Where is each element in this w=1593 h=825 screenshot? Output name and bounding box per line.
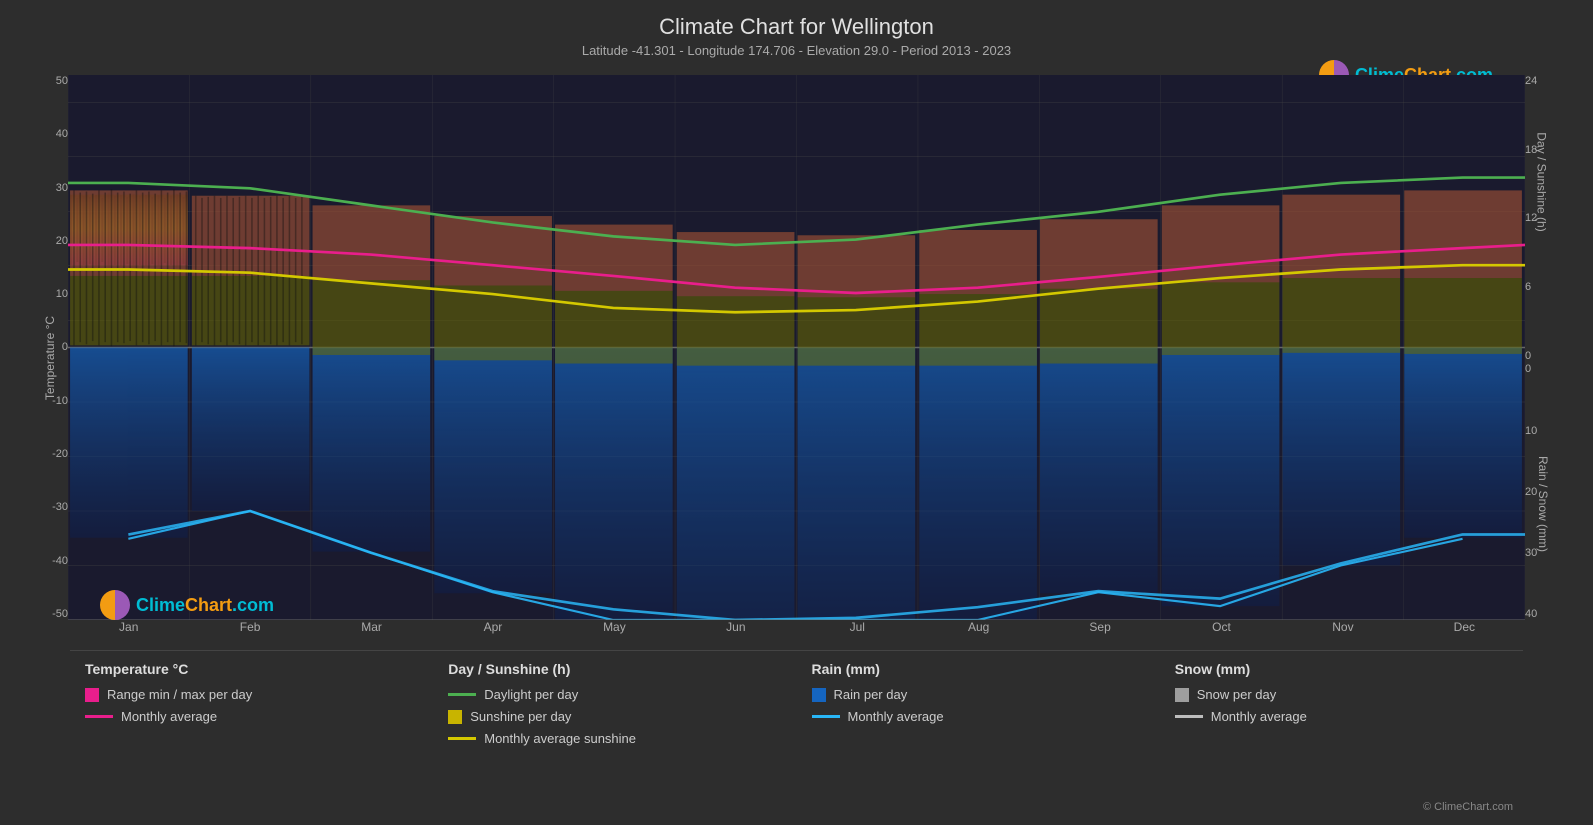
x-axis-labels: Jan Feb Mar Apr May Jun Jul Aug Sep Oct … — [68, 620, 1525, 650]
rain-avg-line-swatch — [812, 715, 840, 718]
copyright: © ClimeChart.com — [1423, 801, 1513, 813]
legend: Temperature °C Range min / max per day M… — [70, 650, 1523, 825]
legend-col-rain: Rain (mm) Rain per day Monthly average — [797, 661, 1160, 825]
legend-col1-title: Temperature °C — [85, 661, 418, 677]
legend-label-snow-bar: Snow per day — [1197, 687, 1277, 702]
legend-col-sunshine: Day / Sunshine (h) Daylight per day Suns… — [433, 661, 796, 825]
legend-item-daylight: Daylight per day — [448, 687, 781, 702]
legend-label-temp-avg: Monthly average — [121, 709, 217, 724]
logo-text-bottom: ClimeChart.com — [136, 595, 274, 616]
legend-item-snow-avg: Monthly average — [1175, 709, 1508, 724]
chart-svg — [68, 75, 1525, 620]
sunshine-avg-line-swatch — [448, 737, 476, 740]
legend-item-temp-range: Range min / max per day — [85, 687, 418, 702]
snow-bar-swatch — [1175, 688, 1189, 702]
legend-label-sunshine-avg: Monthly average sunshine — [484, 731, 636, 746]
legend-label-temp-range: Range min / max per day — [107, 687, 252, 702]
legend-col4-title: Snow (mm) — [1175, 661, 1508, 677]
legend-col-temperature: Temperature °C Range min / max per day M… — [70, 661, 433, 825]
logo-bottom: ClimeChart.com — [100, 590, 274, 620]
main-title: Climate Chart for Wellington — [0, 14, 1593, 40]
legend-label-sunshine-bar: Sunshine per day — [470, 709, 571, 724]
legend-col3-title: Rain (mm) — [812, 661, 1145, 677]
page-wrapper: Climate Chart for Wellington Latitude -4… — [0, 0, 1593, 825]
legend-item-sunshine-avg: Monthly average sunshine — [448, 731, 781, 746]
legend-label-rain-bar: Rain per day — [834, 687, 908, 702]
legend-col2-title: Day / Sunshine (h) — [448, 661, 781, 677]
legend-label-daylight: Daylight per day — [484, 687, 578, 702]
logo-icon-bottom — [100, 590, 130, 620]
legend-item-snow-bar: Snow per day — [1175, 687, 1508, 702]
legend-item-sunshine-bar: Sunshine per day — [448, 709, 781, 724]
legend-label-snow-avg: Monthly average — [1211, 709, 1307, 724]
legend-label-rain-avg: Monthly average — [848, 709, 944, 724]
temp-range-swatch — [85, 688, 99, 702]
daylight-line-swatch — [448, 693, 476, 696]
y-axis-left: 50 40 30 20 10 0 -10 -20 -30 -40 -50 — [28, 75, 68, 620]
legend-item-temp-avg: Monthly average — [85, 709, 418, 724]
subtitle: Latitude -41.301 - Longitude 174.706 - E… — [0, 43, 1593, 58]
y-axis-right-sunshine: 24 18 12 6 0 — [1525, 75, 1565, 362]
snow-avg-line-swatch — [1175, 715, 1203, 718]
title-area: Climate Chart for Wellington Latitude -4… — [0, 0, 1593, 58]
temp-avg-line-swatch — [85, 715, 113, 718]
rain-bar-swatch — [812, 688, 826, 702]
legend-item-rain-bar: Rain per day — [812, 687, 1145, 702]
legend-item-rain-avg: Monthly average — [812, 709, 1145, 724]
sunshine-bar-swatch — [448, 710, 462, 724]
y-axis-right-rain: 0 10 20 30 40 — [1525, 363, 1565, 620]
